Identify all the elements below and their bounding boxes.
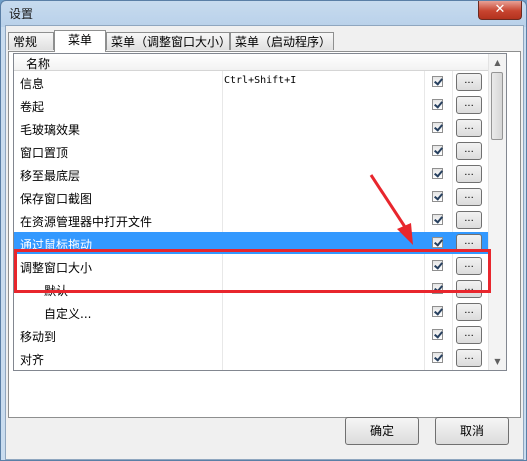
ok-button[interactable]: 确定 (345, 417, 419, 445)
arrow-annotation-icon (369, 174, 413, 245)
cancel-button[interactable]: 取消 (435, 417, 509, 445)
settings-window: 设置 ✕ 常规 菜单 菜单（调整窗口大小） 菜单（启动程序） 名称 信息 Ctrl… (0, 0, 527, 461)
tab-label: 菜单 (67, 33, 92, 47)
tab-menu[interactable]: 菜单 (54, 30, 106, 52)
ok-label: 确定 (369, 424, 394, 438)
cancel-label: 取消 (459, 424, 484, 438)
